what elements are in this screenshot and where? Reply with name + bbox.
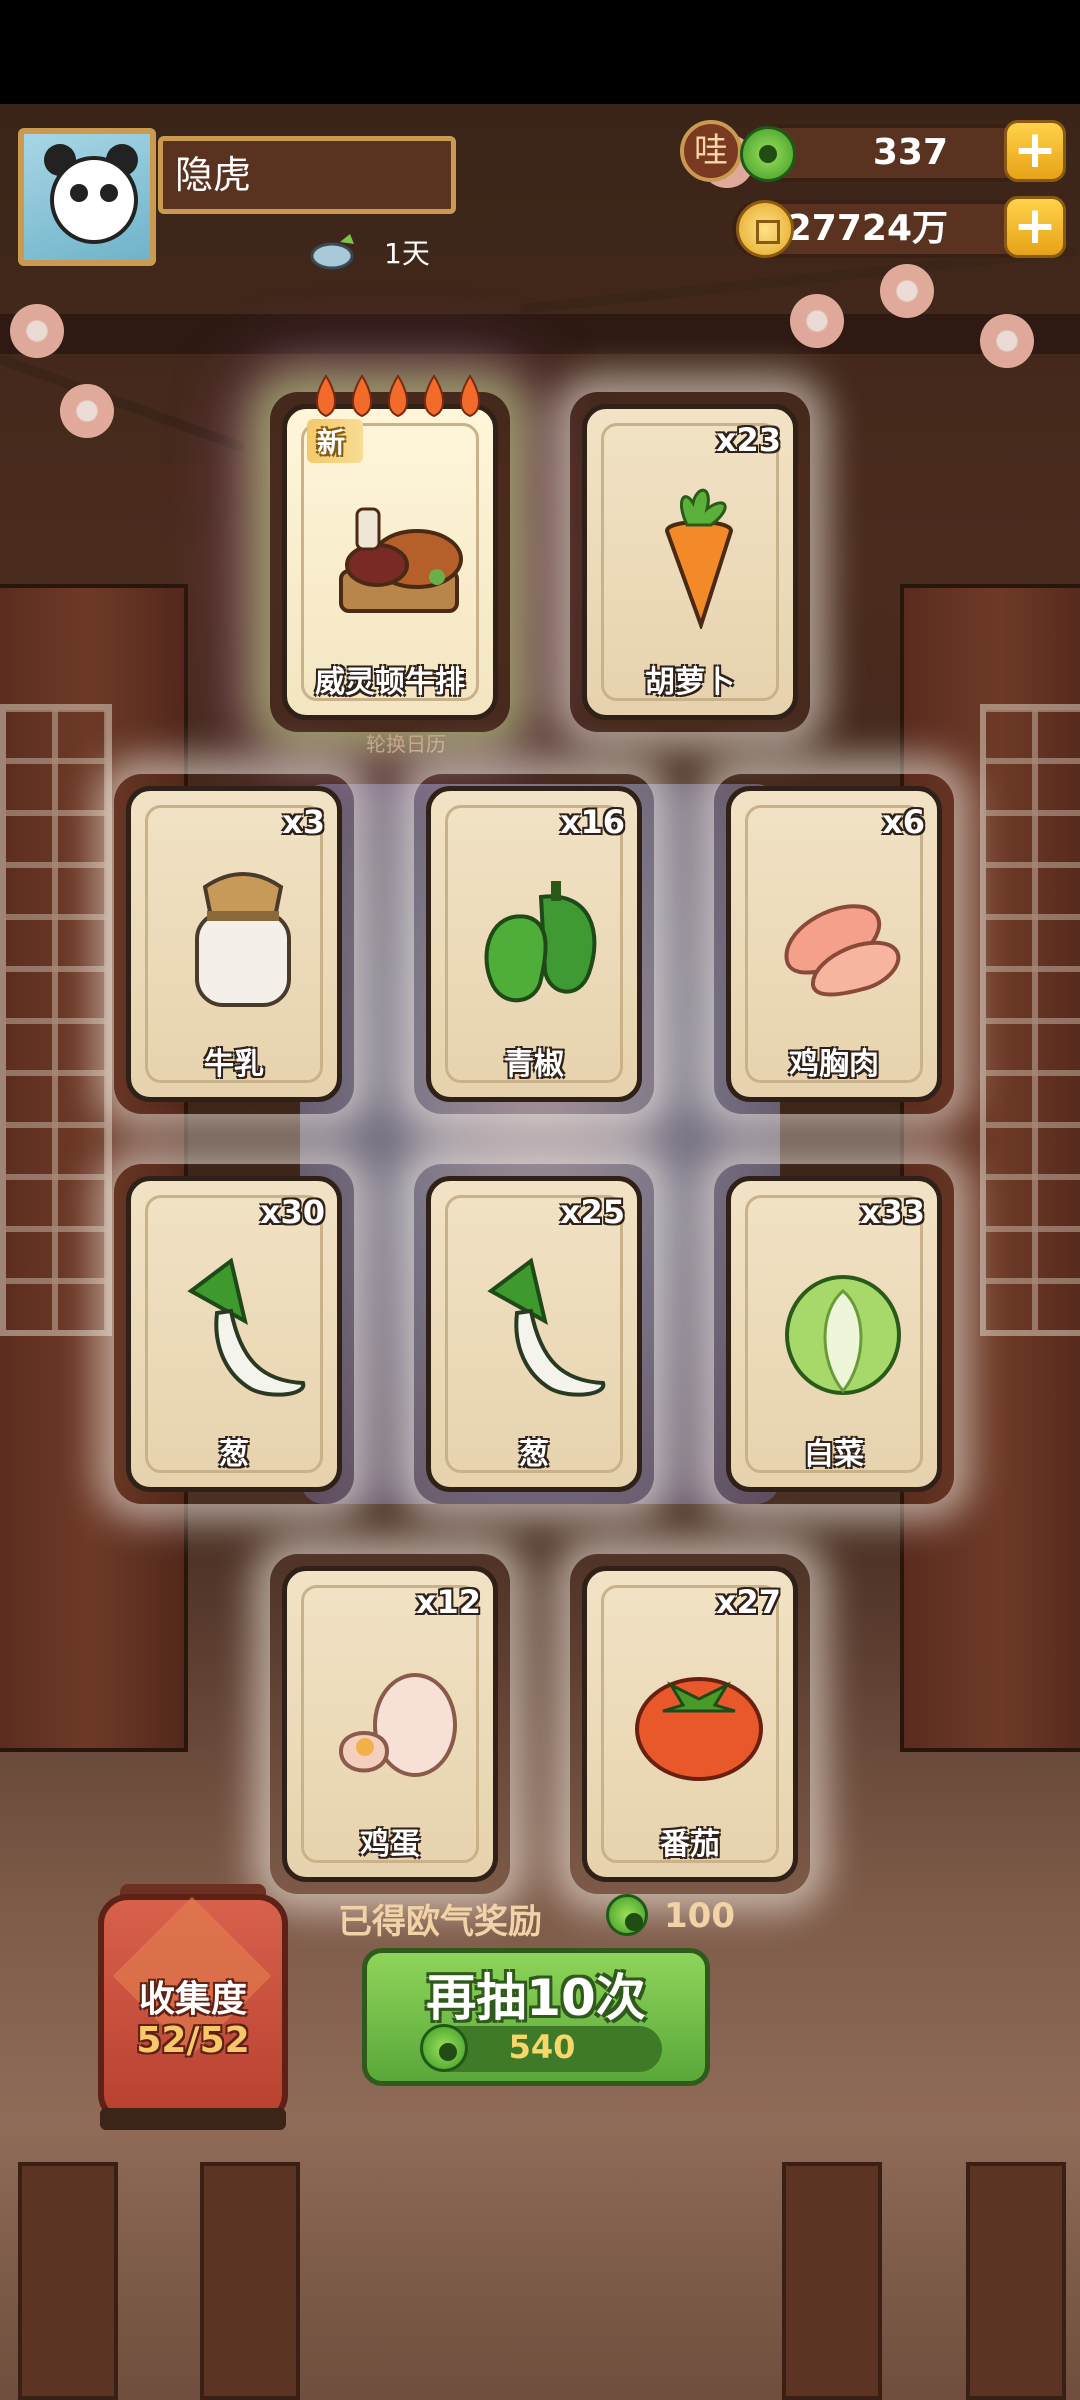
wa-badge[interactable]: 哇 [680,120,742,182]
carrot-icon [664,488,734,629]
card-napa-cabbage[interactable]: x33 白菜 [714,1164,954,1504]
card-count: x25 [559,1193,625,1231]
reward-label: 已得欧气奖励 [338,1902,542,1942]
blossom-branch [0,354,247,453]
card-label: 鸡蛋 [360,1827,420,1862]
card-carrot[interactable]: x23 胡萝卜 [570,392,810,732]
card-frame: x12 鸡蛋 [282,1566,498,1882]
roof-beam [0,464,1080,494]
card-frame: x27 番茄 [582,1566,798,1882]
card-count: x33 [859,1193,925,1231]
card-label: 番茄 [660,1827,720,1862]
chicken-breast-icon [784,904,901,997]
fence-post [966,2162,1066,2400]
card-frame: 新 威灵顿牛排 [282,404,498,720]
collection-label: 收集度 [138,1979,247,2020]
left-window-lattice [0,704,112,1336]
milk-jar-icon [195,872,291,1007]
card-frame: x30 葱 [126,1176,342,1492]
draw-cost: 540 [508,2028,576,2066]
card-count: x30 [259,1193,325,1231]
blossom [10,304,64,358]
blossom [980,314,1034,368]
card-label: 白菜 [804,1437,864,1472]
card-count: x23 [715,421,781,459]
card-label: 葱 [519,1437,549,1472]
card-tomato[interactable]: x27 番茄 [570,1554,810,1894]
add-jade-button[interactable]: + [1004,120,1066,182]
player-name[interactable]: 隐虎 [158,136,456,214]
gold-coin-icon [736,200,794,258]
jade-currency-icon [740,126,796,182]
card-milk[interactable]: x3 牛乳 [114,774,354,1114]
jade-currency-icon [420,2024,468,2072]
scallion-icon [487,1257,606,1397]
player-avatar[interactable] [18,128,156,266]
avatar-eye [70,184,88,202]
blossom [60,384,114,438]
card-wellington-steak[interactable]: 新 威灵顿牛排 [270,374,510,732]
bowl-icon [310,234,354,270]
tomato-icon [635,1677,763,1781]
card-label: 葱 [219,1437,249,1472]
card-green-pepper[interactable]: x16 青椒 [414,774,654,1114]
card-chicken-breast[interactable]: x6 鸡胸肉 [714,774,954,1114]
draw-again-label[interactable]: 再抽10次 [362,1958,710,2030]
calendar-caption: 轮换日历 [366,732,446,756]
card-label: 鸡胸肉 [789,1047,879,1082]
fence-post [782,2162,882,2400]
right-window-lattice [980,704,1080,1336]
green-pepper-icon [484,881,597,1003]
egg-icon [338,1673,457,1777]
card-frame: x16 青椒 [426,786,642,1102]
card-count: x12 [415,1583,481,1621]
card-label: 青椒 [504,1047,564,1082]
reward-value: 100 [664,1896,735,1936]
card-egg[interactable]: x12 鸡蛋 [270,1554,510,1894]
card-count: x27 [715,1583,781,1621]
napa-cabbage-icon [785,1275,901,1395]
roof-beam [0,314,1080,354]
card-frame: x3 牛乳 [126,786,342,1102]
card-count: x6 [882,803,925,841]
steak-icon [339,507,463,613]
avatar-face [50,156,138,244]
card-count: x16 [559,803,625,841]
card-frame: x33 白菜 [726,1176,942,1492]
lantern-stand [100,2108,286,2130]
new-tag: 新 [307,419,364,463]
card-frame: x23 胡萝卜 [582,404,798,720]
collection-value: 52/52 [136,2020,250,2061]
card-scallion[interactable]: x25 葱 [414,1164,654,1504]
add-gold-button[interactable]: + [1004,196,1066,258]
blossom [880,264,934,318]
card-label: 威灵顿牛排 [315,665,465,700]
days-counter: 1天 [384,237,430,270]
jade-currency-icon [606,1894,648,1936]
card-frame: x6 鸡胸肉 [726,786,942,1102]
blossom [790,294,844,348]
fence-post [200,2162,300,2400]
card-scallion[interactable]: x30 葱 [114,1164,354,1504]
fence-post [18,2162,118,2400]
card-frame: x25 葱 [426,1176,642,1492]
flame-rating-icon [316,374,480,418]
card-count: x3 [282,803,325,841]
avatar-eye [100,184,118,202]
card-label: 胡萝卜 [645,665,735,700]
card-label: 牛乳 [204,1047,264,1082]
scallion-icon [187,1257,306,1397]
